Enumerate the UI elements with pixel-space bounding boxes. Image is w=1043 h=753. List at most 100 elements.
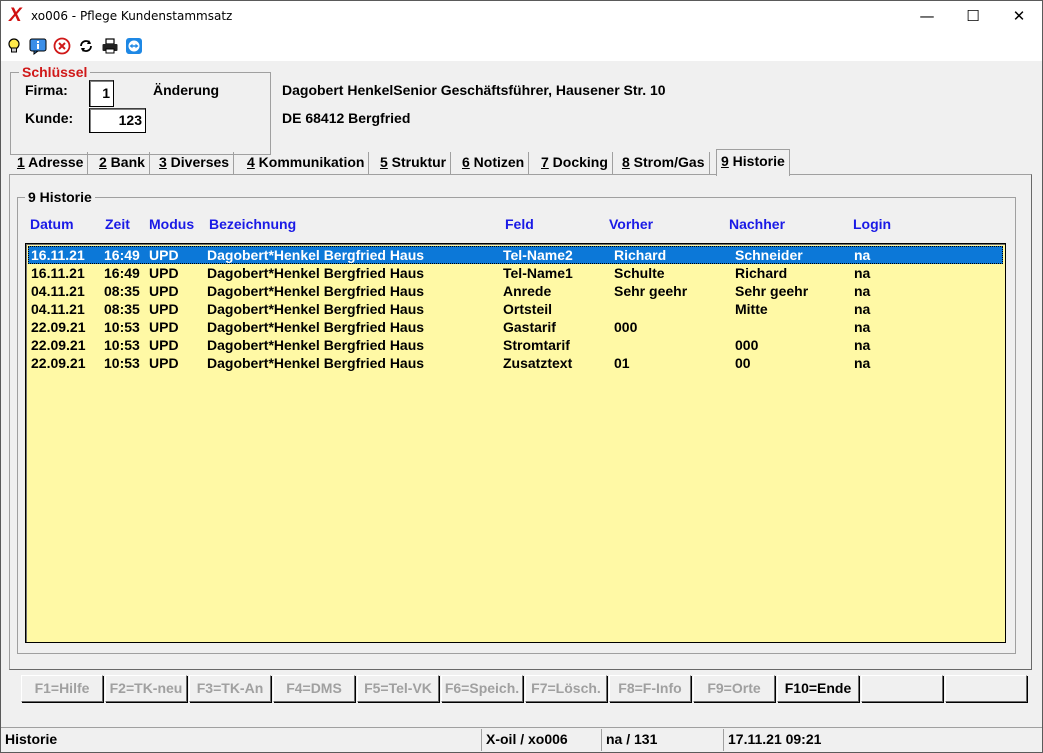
- history-row[interactable]: 04.11.21 08:35 UPD Dagobert*Henkel Bergfrie…: [28, 300, 1003, 318]
- cell-modus: UPD: [149, 265, 179, 281]
- tab-notizen[interactable]: 6 Notizen: [458, 152, 530, 175]
- status-user: na / 131: [601, 729, 721, 751]
- tab-diverses[interactable]: 3 Diverses: [155, 152, 235, 175]
- cell-datum: 04.11.21: [31, 283, 85, 299]
- column-header-datum[interactable]: Datum: [30, 216, 74, 232]
- column-header-login[interactable]: Login: [853, 216, 891, 232]
- f12-empty-button[interactable]: [945, 675, 1027, 702]
- f1-hilfe-button[interactable]: F1=Hilfe: [21, 675, 103, 702]
- f7-loeschen-button[interactable]: F7=Lösch.: [525, 675, 607, 702]
- history-row[interactable]: 22.09.21 10:53 UPD Dagobert*Henkel Bergfrie…: [28, 336, 1003, 354]
- maximize-icon: ☐: [966, 7, 980, 25]
- cell-vorher: 01: [614, 355, 630, 371]
- cell-login: na: [854, 301, 871, 317]
- kunde-label: Kunde:: [25, 110, 74, 126]
- kunde-field[interactable]: 123: [89, 108, 146, 133]
- column-header-feld[interactable]: Feld: [505, 216, 534, 232]
- tab-kommunikation[interactable]: 4 Kommunikation: [243, 152, 370, 175]
- f5-tel-vk-button[interactable]: F5=Tel-VK: [357, 675, 439, 702]
- firma-label: Firma:: [25, 82, 68, 98]
- historie-group-legend: 9 Historie: [25, 189, 95, 205]
- tab-historie[interactable]: 9 Historie: [716, 149, 790, 176]
- f4-dms-button[interactable]: F4=DMS: [273, 675, 355, 702]
- cell-bezeichnung: Dagobert*Henkel Bergfried Haus: [207, 337, 425, 353]
- f9-orte-button[interactable]: F9=Orte: [693, 675, 775, 702]
- lightbulb-icon[interactable]: [5, 37, 23, 55]
- window-title: xo006 - Pflege Kundenstammsatz: [31, 9, 233, 23]
- cell-feld: Tel-Name1: [503, 265, 573, 281]
- f8-f-info-button[interactable]: F8=F-Info: [609, 675, 691, 702]
- minimize-button[interactable]: —: [904, 1, 950, 31]
- cell-login: na: [854, 337, 871, 353]
- cell-feld: Ortsteil: [503, 301, 553, 317]
- cell-vorher: Richard: [614, 247, 667, 263]
- cell-nachher: 00: [735, 355, 751, 371]
- cell-login: na: [854, 247, 871, 263]
- stop-icon[interactable]: [53, 37, 71, 55]
- cell-datum: 04.11.21: [31, 301, 85, 317]
- cell-nachher: 000: [735, 337, 759, 353]
- tab-adresse[interactable]: 1 Adresse: [13, 152, 89, 175]
- refresh-icon[interactable]: [77, 37, 95, 55]
- cell-modus: UPD: [149, 355, 179, 371]
- close-icon: ✕: [1012, 7, 1026, 25]
- cell-nachher: Schneider: [735, 247, 803, 263]
- history-row[interactable]: 04.11.21 08:35 UPD Dagobert*Henkel Bergfrie…: [28, 282, 1003, 300]
- cell-zeit: 10:53: [104, 337, 140, 353]
- app-logo-icon: X: [9, 5, 22, 26]
- title-bar: X xo006 - Pflege Kundenstammsatz — ☐ ✕: [1, 1, 1042, 31]
- cell-login: na: [854, 283, 871, 299]
- cell-nachher: Richard: [735, 265, 788, 281]
- tab-strom-gas[interactable]: 8 Strom/Gas: [618, 152, 710, 175]
- f6-speichern-button[interactable]: F6=Speich.: [441, 675, 523, 702]
- cell-feld: Anrede: [503, 283, 552, 299]
- history-list[interactable]: 16.11.21 16:49 UPD Dagobert*Henkel Bergfrie…: [25, 243, 1006, 643]
- cell-modus: UPD: [149, 301, 179, 317]
- cell-bezeichnung: Dagobert*Henkel Bergfried Haus: [207, 247, 425, 263]
- f11-empty-button[interactable]: [861, 675, 943, 702]
- cell-datum: 22.09.21: [31, 319, 86, 335]
- cell-zeit: 08:35: [104, 301, 140, 317]
- firma-field[interactable]: 1: [89, 80, 114, 107]
- status-view: Historie: [5, 731, 58, 747]
- column-header-nachher[interactable]: Nachher: [729, 216, 785, 232]
- cell-feld: Stromtarif: [503, 337, 570, 353]
- column-header-vorher[interactable]: Vorher: [609, 216, 653, 232]
- cell-login: na: [854, 319, 871, 335]
- column-header-zeit[interactable]: Zeit: [105, 216, 130, 232]
- cell-bezeichnung: Dagobert*Henkel Bergfried Haus: [207, 355, 425, 371]
- status-system: X-oil / xo006: [481, 729, 599, 751]
- maximize-button[interactable]: ☐: [950, 1, 996, 31]
- teamviewer-icon[interactable]: [125, 37, 143, 55]
- f10-ende-button[interactable]: F10=Ende: [777, 675, 859, 702]
- tab-docking[interactable]: 7 Docking: [537, 152, 613, 175]
- cell-modus: UPD: [149, 247, 179, 263]
- cell-bezeichnung: Dagobert*Henkel Bergfried Haus: [207, 319, 425, 335]
- column-header-modus[interactable]: Modus: [149, 216, 194, 232]
- history-row[interactable]: 16.11.21 16:49 UPD Dagobert*Henkel Bergfrie…: [28, 246, 1003, 264]
- printer-icon[interactable]: [101, 37, 119, 55]
- customer-address-line2: DE 68412 Bergfried: [282, 110, 411, 126]
- tab-struktur[interactable]: 5 Struktur: [376, 152, 452, 175]
- cell-feld: Zusatztext: [503, 355, 573, 371]
- cell-datum: 22.09.21: [31, 355, 86, 371]
- history-row[interactable]: 22.09.21 10:53 UPD Dagobert*Henkel Bergfrie…: [28, 354, 1003, 372]
- cell-bezeichnung: Dagobert*Henkel Bergfried Haus: [207, 265, 425, 281]
- cell-login: na: [854, 265, 871, 281]
- status-bar-divider: [1, 727, 1042, 728]
- f3-tk-an-button[interactable]: F3=TK-An: [189, 675, 271, 702]
- minimize-icon: —: [919, 7, 935, 25]
- f2-tk-neu-button[interactable]: F2=TK-neu: [105, 675, 187, 702]
- cell-datum: 22.09.21: [31, 337, 86, 353]
- history-row[interactable]: 16.11.21 16:49 UPD Dagobert*Henkel Bergfrie…: [28, 264, 1003, 282]
- cell-bezeichnung: Dagobert*Henkel Bergfried Haus: [207, 283, 425, 299]
- close-button[interactable]: ✕: [996, 1, 1042, 31]
- cell-zeit: 16:49: [104, 265, 140, 281]
- info-icon[interactable]: [29, 37, 47, 55]
- mode-label: Änderung: [153, 82, 220, 98]
- toolbar: [1, 31, 1042, 61]
- tab-bank[interactable]: 2 Bank: [95, 152, 150, 175]
- history-row[interactable]: 22.09.21 10:53 UPD Dagobert*Henkel Bergfrie…: [28, 318, 1003, 336]
- column-header-bezeichnung[interactable]: Bezeichnung: [209, 216, 296, 232]
- cell-zeit: 10:53: [104, 355, 140, 371]
